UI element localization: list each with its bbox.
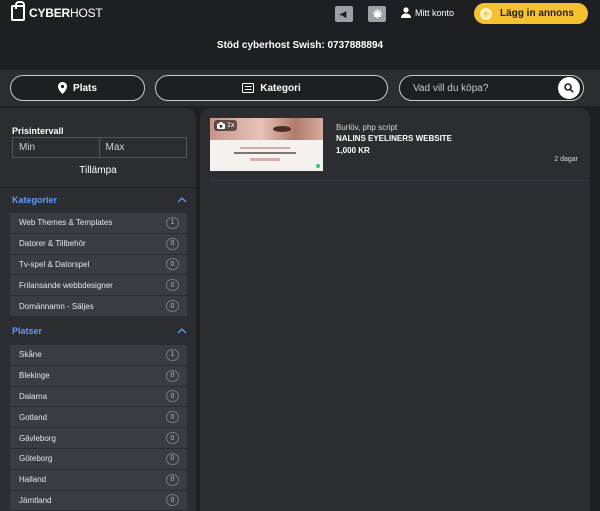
megaphone-icon — [339, 10, 346, 18]
count-badge: 0 — [166, 411, 179, 424]
count-badge: 0 — [166, 473, 179, 486]
plus-icon: + — [480, 7, 492, 20]
listing-location: Burlöv, php script — [336, 123, 398, 132]
filter-sidebar: Prisintervall Tillämpa Kategorier Web Th… — [0, 108, 196, 511]
places-header[interactable]: Platser — [12, 324, 187, 338]
list-item[interactable]: Jämtland 0 — [10, 490, 187, 511]
list-item[interactable]: Dalarna 0 — [10, 386, 187, 408]
category-list: Web Themes & Templates 1 Datorer & Tillbe… — [10, 213, 187, 317]
top-bar: CYBERHOST Mitt konto + Lägg in annons — [0, 0, 600, 28]
my-account-label: Mitt konto — [415, 7, 455, 18]
chevron-up-icon — [177, 197, 187, 203]
list-item[interactable]: Göteborg 0 — [10, 448, 187, 470]
count-badge: 0 — [166, 452, 179, 465]
star-badge-button[interactable] — [368, 6, 386, 22]
apply-button[interactable]: Tillämpa — [0, 165, 196, 176]
image-count-badge: 1x — [214, 120, 238, 131]
list-icon — [242, 83, 255, 93]
listings-panel: 1x Burlöv, php script NALINS EYELINERS W… — [200, 108, 590, 511]
chevron-up-icon — [177, 328, 187, 334]
places-list: Skåne 1 Blekinge 0 Dalarna 0 Gotland 0 Gävle… — [10, 345, 187, 511]
list-item[interactable]: Halland 0 — [10, 469, 187, 491]
price-range-inputs — [12, 137, 187, 158]
location-pin-icon — [58, 82, 68, 94]
search-button[interactable] — [558, 77, 580, 99]
categories-title: Kategorier — [12, 195, 58, 205]
count-badge: 0 — [166, 390, 179, 403]
max-price-input[interactable] — [99, 138, 186, 157]
count-badge: 1 — [166, 348, 179, 361]
support-text: Stöd cyberhost Swish: 0737888894 — [216, 40, 384, 51]
star-badge-icon — [371, 8, 383, 19]
listing-date: 2 dagar — [554, 156, 578, 163]
categories-header[interactable]: Kategorier — [12, 193, 187, 207]
min-price-input[interactable] — [13, 138, 100, 157]
search-input[interactable] — [400, 82, 558, 94]
list-item[interactable]: Skåne 1 — [10, 345, 187, 366]
camera-icon — [217, 122, 225, 129]
search-field — [399, 75, 584, 101]
add-listing-label: Lägg in annons — [500, 8, 574, 19]
search-bar: Plats Kategori — [0, 70, 600, 106]
count-badge: 0 — [166, 237, 179, 250]
user-icon — [401, 7, 411, 18]
places-title: Platser — [12, 326, 43, 336]
count-badge: 0 — [166, 300, 179, 313]
list-item[interactable]: Tv-spel & Datorspel 0 — [10, 254, 187, 276]
list-item[interactable]: Datorer & Tillbehör 0 — [10, 233, 187, 255]
shopping-bag-icon — [11, 1, 25, 21]
add-listing-button[interactable]: + Lägg in annons — [474, 3, 588, 24]
count-badge: 0 — [166, 279, 179, 292]
list-item[interactable]: Gotland 0 — [10, 407, 187, 429]
location-label: Plats — [73, 82, 97, 94]
megaphone-button[interactable] — [335, 6, 353, 22]
location-button[interactable]: Plats — [10, 75, 145, 101]
my-account-link[interactable]: Mitt konto — [401, 7, 454, 18]
logo[interactable]: CYBERHOST — [11, 1, 103, 21]
list-item[interactable]: Domännamn - Säljes 0 — [10, 296, 187, 317]
search-icon — [564, 83, 574, 93]
divider — [0, 187, 196, 188]
list-item[interactable]: Web Themes & Templates 1 — [10, 213, 187, 234]
list-item[interactable]: Frilansande webbdesigner 0 — [10, 275, 187, 297]
count-badge: 0 — [166, 258, 179, 271]
list-item[interactable]: Blekinge 0 — [10, 365, 187, 387]
category-label: Kategori — [260, 82, 301, 94]
count-badge: 1 — [166, 216, 179, 229]
price-range-title: Prisintervall — [12, 126, 64, 136]
category-button[interactable]: Kategori — [155, 75, 388, 101]
listing-price: 1,000 KR — [336, 146, 370, 155]
list-item[interactable]: Gävleborg 0 — [10, 428, 187, 449]
count-badge: 0 — [166, 369, 179, 382]
listing-title[interactable]: NALINS EYELINERS WEBSITE — [336, 134, 452, 143]
listing-card[interactable]: 1x Burlöv, php script NALINS EYELINERS W… — [210, 118, 588, 181]
count-badge: 0 — [166, 432, 179, 445]
logo-text: CYBERHOST — [29, 6, 103, 20]
count-badge: 0 — [166, 494, 179, 507]
listing-thumbnail[interactable]: 1x — [210, 118, 323, 171]
